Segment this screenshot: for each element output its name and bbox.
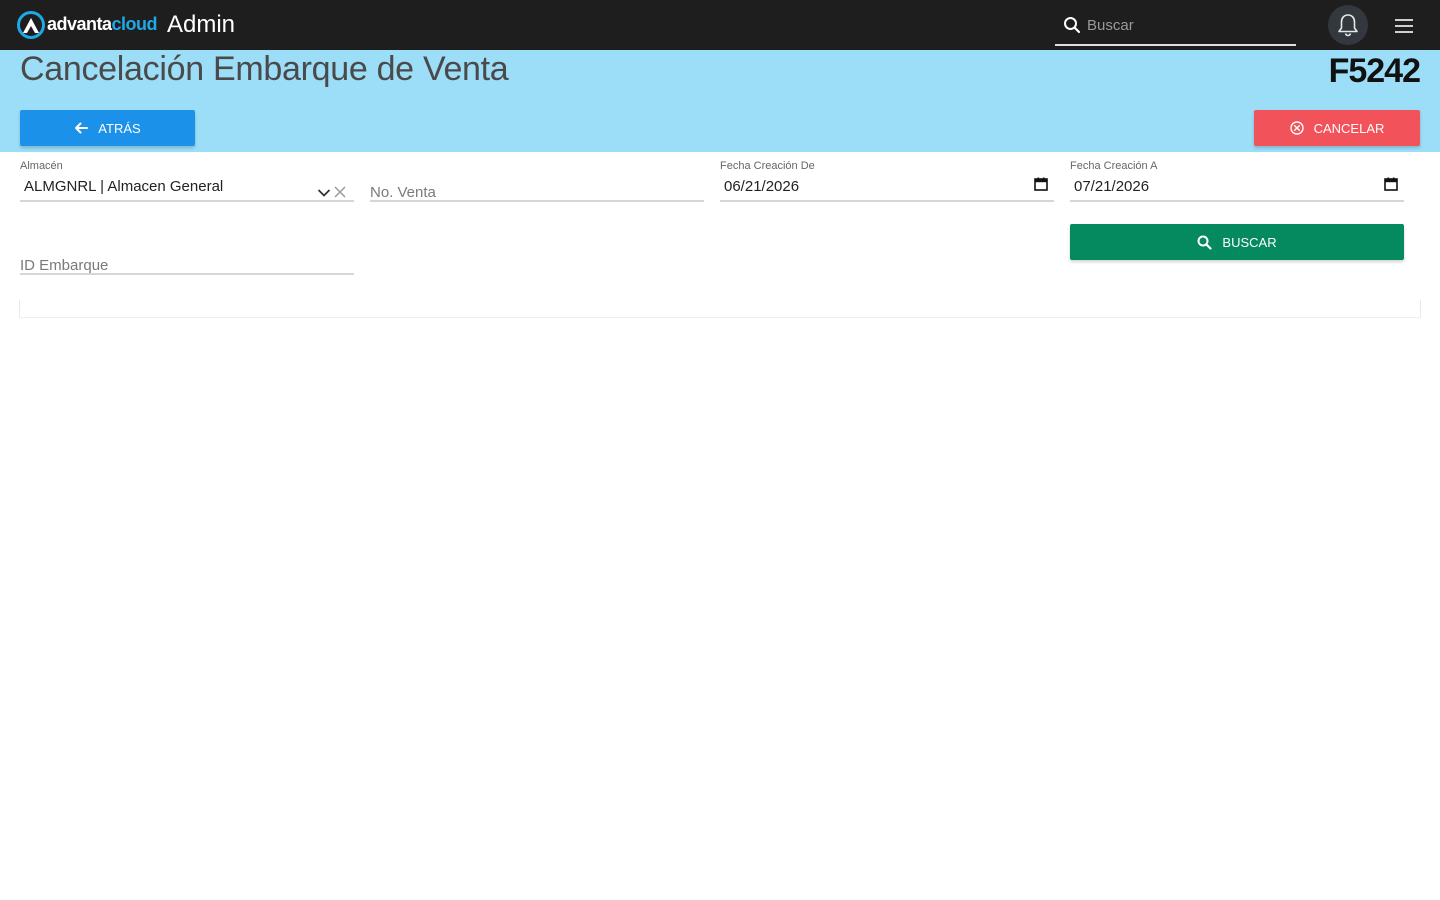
page-title: Cancelación Embarque de Venta — [20, 50, 509, 88]
fecha-creacion-a-field[interactable]: Fecha Creación A 07/21/2026 — [1070, 152, 1404, 202]
id-embarque-field[interactable]: ID Embarque — [20, 225, 354, 275]
search-button[interactable]: BUSCAR — [1070, 224, 1404, 260]
top-navbar: advantacloud Admin — [0, 0, 1440, 50]
page-code: F5242 — [1328, 52, 1421, 90]
id-embarque-placeholder: ID Embarque — [20, 257, 109, 274]
app-title: Admin — [167, 11, 236, 38]
bell-icon — [1338, 14, 1358, 37]
fecha-a-label: Fecha Creación A — [1070, 160, 1158, 172]
hamburger-menu-icon[interactable] — [1394, 17, 1414, 35]
clear-icon[interactable] — [334, 186, 346, 198]
search-icon — [1197, 235, 1213, 250]
notifications-button[interactable] — [1328, 5, 1368, 45]
no-venta-field[interactable]: No. Venta — [370, 152, 704, 202]
fecha-de-label: Fecha Creación De — [720, 160, 815, 172]
fecha-creacion-de-field[interactable]: Fecha Creación De 06/21/2026 — [720, 152, 1054, 202]
almacen-label: Almacén — [20, 160, 63, 172]
cancel-button-label: CANCELAR — [1313, 120, 1385, 136]
brand-name-part1: advanta — [47, 14, 112, 34]
cancel-button[interactable]: CANCELAR — [1254, 110, 1420, 146]
back-button-label: ATRÁS — [98, 120, 141, 136]
search-button-label: BUSCAR — [1222, 234, 1277, 250]
search-input[interactable] — [1087, 12, 1287, 38]
brand-name[interactable]: advantacloud — [47, 14, 158, 35]
brand-name-part2: cloud — [111, 14, 158, 34]
fecha-de-value: 06/21/2026 — [724, 178, 800, 195]
calendar-icon[interactable] — [1384, 177, 1398, 191]
calendar-icon[interactable] — [1034, 177, 1048, 191]
chevron-down-icon[interactable] — [317, 188, 331, 198]
results-panel — [19, 300, 1421, 318]
almacen-select[interactable]: Almacén ALMGNRL | Almacen General — [20, 152, 354, 202]
search-icon — [1064, 17, 1081, 34]
close-circle-icon — [1289, 121, 1304, 135]
almacen-value: ALMGNRL | Almacen General — [24, 178, 224, 195]
no-venta-placeholder: No. Venta — [370, 184, 436, 201]
advanta-logo-icon — [17, 11, 45, 39]
fecha-a-value: 07/21/2026 — [1074, 178, 1150, 195]
arrow-left-icon — [75, 122, 89, 134]
page-header: Cancelación Embarque de Venta F5242 ATRÁ… — [0, 50, 1440, 152]
global-search[interactable] — [1055, 6, 1296, 46]
back-button[interactable]: ATRÁS — [20, 110, 195, 146]
